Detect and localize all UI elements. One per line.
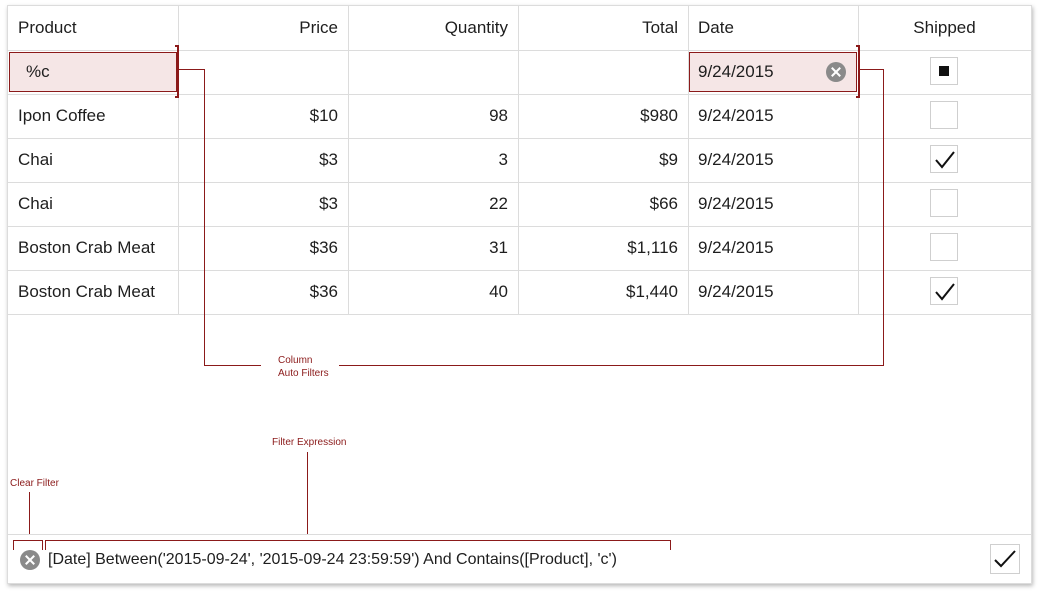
cell-total[interactable]: $66 — [518, 182, 678, 226]
checkmark-icon — [935, 151, 955, 169]
cell-total[interactable]: $1,440 — [518, 270, 678, 314]
annotation-clear-filter: Clear Filter — [10, 478, 59, 489]
table-row[interactable]: Ipon Coffee $10 98 $980 9/24/2015 — [8, 94, 1031, 139]
annot-leader — [204, 69, 205, 365]
data-grid: Product Price Quantity Total Date Shippe… — [7, 5, 1032, 584]
clear-date-filter-icon[interactable] — [826, 62, 846, 82]
cell-product[interactable]: Ipon Coffee — [18, 94, 178, 138]
product-filter-bracket — [175, 45, 179, 98]
cell-price[interactable]: $10 — [178, 94, 338, 138]
cell-price[interactable]: $36 — [178, 226, 338, 270]
checkmark-icon — [935, 283, 955, 301]
filter-expression-text[interactable]: [Date] Between('2015-09-24', '2015-09-24… — [48, 535, 617, 583]
date-filter-value: 9/24/2015 — [698, 62, 774, 81]
column-header-product[interactable]: Product — [18, 6, 178, 50]
cell-product[interactable]: Chai — [18, 182, 178, 226]
product-filter-input[interactable]: %c — [9, 52, 177, 92]
shipped-checkbox[interactable] — [930, 189, 958, 217]
cell-date[interactable]: 9/24/2015 — [698, 270, 858, 314]
cell-date[interactable]: 9/24/2015 — [698, 226, 858, 270]
cell-product[interactable]: Boston Crab Meat — [18, 270, 178, 314]
table-row[interactable]: Chai $3 22 $66 9/24/2015 — [8, 182, 1031, 227]
annot-leader — [339, 365, 884, 366]
cell-date[interactable]: 9/24/2015 — [698, 182, 858, 226]
cell-total[interactable]: $9 — [518, 138, 678, 182]
column-header-price[interactable]: Price — [178, 6, 338, 50]
cell-quantity[interactable]: 98 — [348, 94, 508, 138]
total-filter-cell[interactable] — [518, 50, 678, 94]
indeterminate-square-icon — [939, 66, 949, 76]
cell-quantity[interactable]: 31 — [348, 226, 508, 270]
cell-price[interactable]: $36 — [178, 270, 338, 314]
cell-quantity[interactable]: 40 — [348, 270, 508, 314]
cell-price[interactable]: $3 — [178, 182, 338, 226]
cell-total[interactable]: $1,116 — [518, 226, 678, 270]
auto-filter-row: %c 9/24/2015 — [8, 50, 1031, 95]
shipped-checkbox[interactable] — [930, 277, 958, 305]
shipped-filter-checkbox[interactable] — [930, 57, 958, 85]
annotation-column-auto-filters: Column Auto Filters — [278, 355, 329, 379]
cell-total[interactable]: $980 — [518, 94, 678, 138]
clear-filter-bracket — [13, 540, 43, 550]
checkmark-icon — [994, 550, 1016, 568]
price-filter-cell[interactable] — [178, 50, 338, 94]
annot-leader — [860, 69, 884, 70]
table-row[interactable]: Boston Crab Meat $36 40 $1,440 9/24/2015 — [8, 270, 1031, 315]
date-filter-bracket — [856, 45, 860, 98]
cell-quantity[interactable]: 22 — [348, 182, 508, 226]
header-row: Product Price Quantity Total Date Shippe… — [8, 6, 1031, 51]
date-filter-input[interactable]: 9/24/2015 — [689, 52, 857, 92]
table-row[interactable]: Chai $3 3 $9 9/24/2015 — [8, 138, 1031, 183]
cell-price[interactable]: $3 — [178, 138, 338, 182]
product-filter-value: %c — [26, 62, 50, 81]
cell-date[interactable]: 9/24/2015 — [698, 94, 858, 138]
shipped-checkbox[interactable] — [930, 145, 958, 173]
cell-quantity[interactable]: 3 — [348, 138, 508, 182]
shipped-checkbox[interactable] — [930, 101, 958, 129]
clear-filter-icon[interactable] — [20, 550, 40, 570]
table-row[interactable]: Boston Crab Meat $36 31 $1,116 9/24/2015 — [8, 226, 1031, 271]
cell-product[interactable]: Boston Crab Meat — [18, 226, 178, 270]
quantity-filter-cell[interactable] — [348, 50, 508, 94]
cell-product[interactable]: Chai — [18, 138, 178, 182]
column-header-total[interactable]: Total — [518, 6, 678, 50]
shipped-checkbox[interactable] — [930, 233, 958, 261]
annot-leader — [204, 365, 261, 366]
apply-filter-button[interactable] — [990, 544, 1020, 574]
annotation-filter-expression: Filter Expression — [272, 437, 347, 448]
annot-leader — [179, 69, 205, 70]
annot-leader — [883, 69, 884, 366]
cell-date[interactable]: 9/24/2015 — [698, 138, 858, 182]
annot-leader — [307, 452, 308, 537]
column-header-shipped[interactable]: Shipped — [858, 6, 1031, 50]
filter-panel: [Date] Between('2015-09-24', '2015-09-24… — [8, 534, 1031, 583]
column-header-quantity[interactable]: Quantity — [348, 6, 508, 50]
column-header-date[interactable]: Date — [698, 6, 858, 50]
annot-leader — [29, 492, 30, 540]
